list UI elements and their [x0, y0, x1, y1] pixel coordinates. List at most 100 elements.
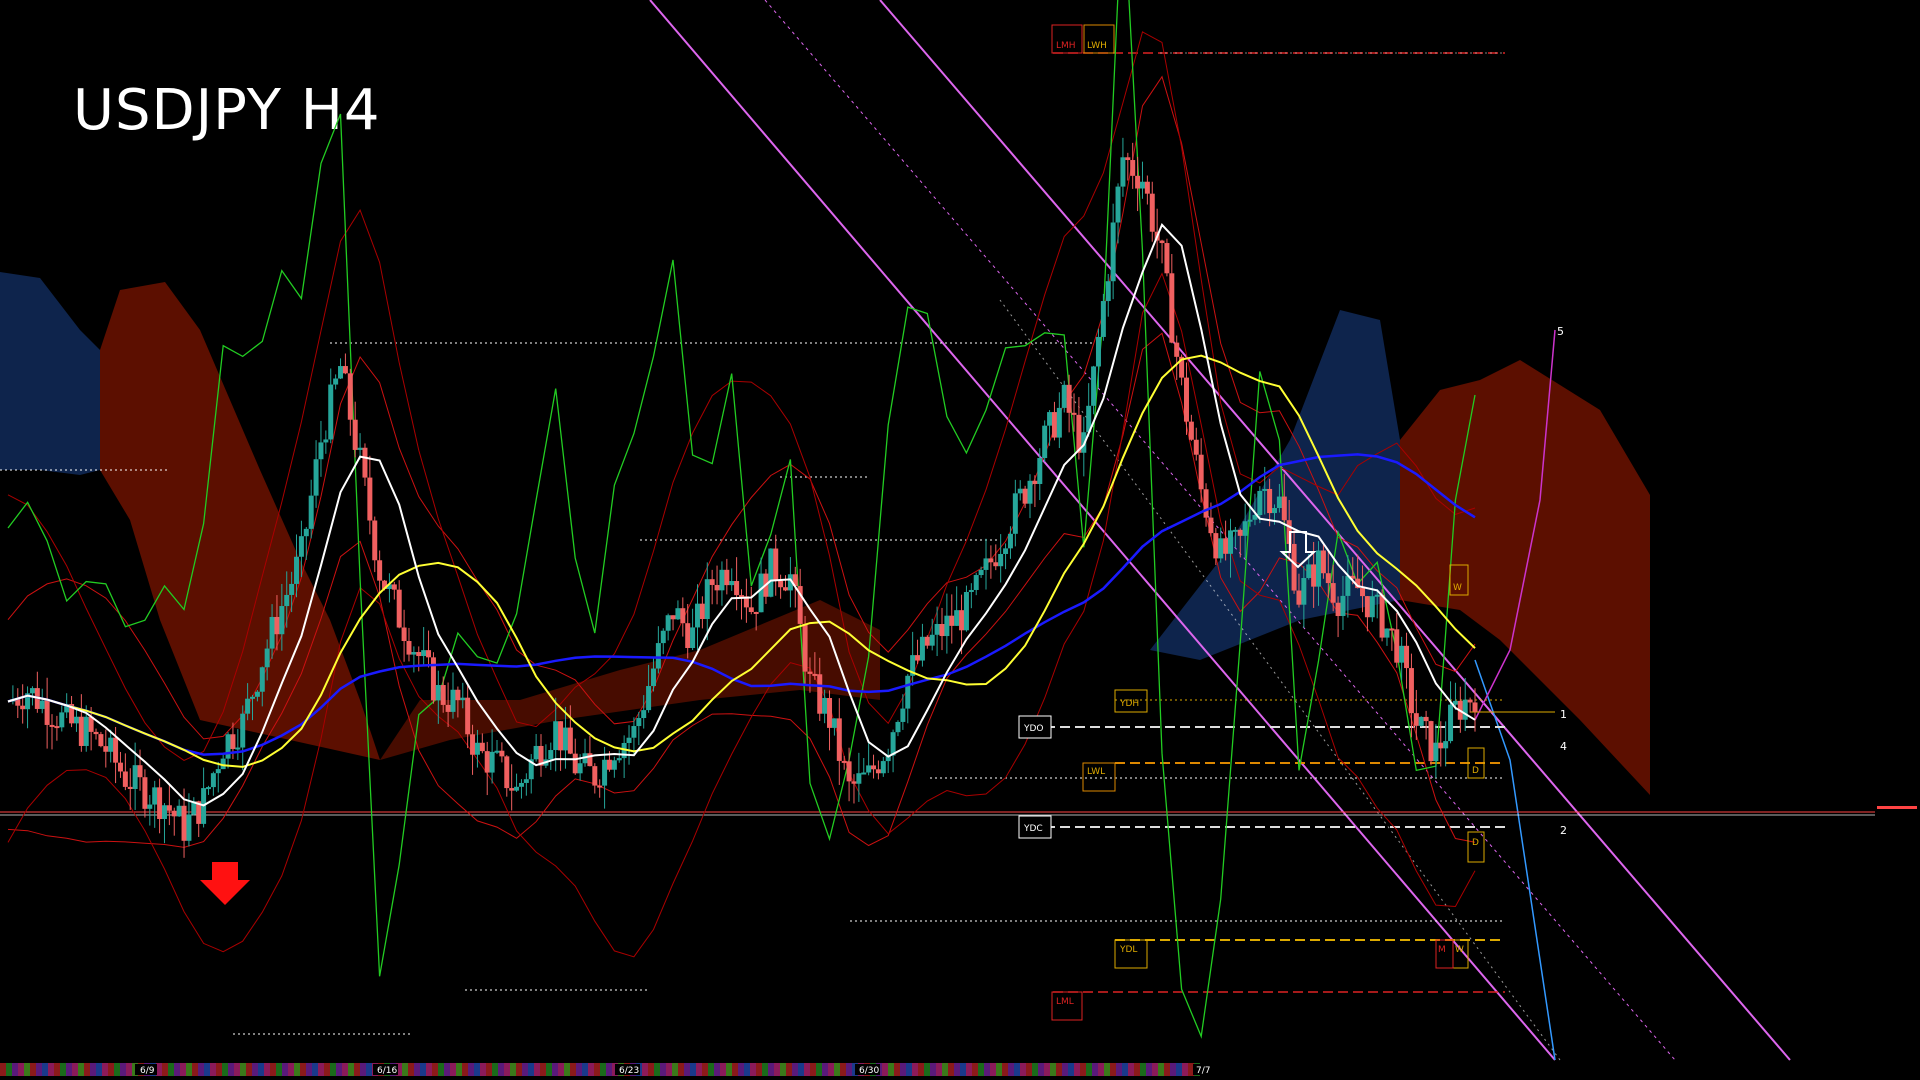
- candle-body: [1159, 240, 1165, 244]
- tag-ydl: YDL: [1119, 945, 1137, 955]
- session-cell: [360, 1063, 366, 1076]
- session-cell: [828, 1063, 834, 1076]
- candle-body: [1428, 721, 1434, 762]
- red-down-arrow-icon: [200, 862, 250, 905]
- candle-body: [1066, 384, 1072, 413]
- session-cell: [258, 1063, 264, 1076]
- session-cell: [330, 1063, 336, 1076]
- candle-body: [1095, 336, 1101, 367]
- session-cell: [162, 1063, 168, 1076]
- session-cell: [534, 1063, 540, 1076]
- candle-body: [1320, 550, 1326, 574]
- candle-body: [323, 439, 329, 443]
- candle-body: [362, 447, 368, 478]
- session-cell: [54, 1063, 60, 1076]
- candle-body: [1012, 493, 1018, 534]
- candle-body: [1120, 157, 1126, 187]
- session-cell: [966, 1063, 972, 1076]
- session-cell: [336, 1063, 342, 1076]
- session-cell: [1044, 1063, 1050, 1076]
- candle-body: [122, 771, 128, 787]
- candle-body: [856, 773, 862, 784]
- session-cell: [72, 1063, 78, 1076]
- session-cell: [984, 1063, 990, 1076]
- candle-body: [836, 718, 842, 761]
- candle-body: [1330, 583, 1336, 603]
- candle-body: [1169, 273, 1175, 343]
- session-cell: [762, 1063, 768, 1076]
- session-cell: [12, 1063, 18, 1076]
- candle-body: [553, 721, 559, 751]
- candle-body: [1130, 160, 1136, 176]
- candle-body: [186, 814, 192, 841]
- session-cell: [840, 1063, 846, 1076]
- candle-body: [338, 366, 344, 379]
- candle-body: [470, 734, 476, 755]
- candle-body: [1032, 480, 1038, 484]
- candle-body: [1208, 517, 1214, 534]
- candle-body: [166, 805, 172, 811]
- session-cell: [678, 1063, 684, 1076]
- candle-body: [949, 615, 955, 626]
- candle-body: [690, 627, 696, 649]
- candle-body: [367, 477, 373, 521]
- session-cell: [798, 1063, 804, 1076]
- session-cell: [438, 1063, 444, 1076]
- session-cell: [1098, 1063, 1104, 1076]
- candle-body: [602, 759, 608, 786]
- tag-d-lower: D: [1472, 838, 1479, 848]
- session-cell: [30, 1063, 36, 1076]
- candle-body: [509, 788, 515, 791]
- candle-body: [240, 713, 246, 748]
- candle-body: [807, 671, 813, 674]
- candle-body: [98, 734, 104, 747]
- date-label-0: 6/9: [140, 1066, 155, 1076]
- candle-body: [636, 718, 642, 727]
- candle-body: [998, 553, 1004, 567]
- session-cell: [6, 1063, 12, 1076]
- candle-body: [1399, 645, 1405, 663]
- session-cell: [90, 1063, 96, 1076]
- session-cell: [768, 1063, 774, 1076]
- candle-body: [284, 594, 290, 607]
- candle-body: [719, 569, 725, 591]
- session-cell: [78, 1063, 84, 1076]
- candle-body: [871, 765, 877, 770]
- candle-body: [215, 769, 221, 774]
- candle-body: [450, 689, 456, 712]
- session-cell: [432, 1063, 438, 1076]
- tag-lmh: LMH: [1056, 41, 1076, 51]
- candle-body: [880, 761, 886, 774]
- date-label-2: 6/23: [619, 1066, 639, 1076]
- session-cell: [846, 1063, 852, 1076]
- candle-body: [968, 589, 974, 593]
- candle-body: [313, 459, 319, 496]
- session-cell: [546, 1063, 552, 1076]
- candle-body: [753, 611, 759, 614]
- candle-body: [1242, 521, 1248, 536]
- session-cell: [696, 1063, 702, 1076]
- tag-lml: LML: [1056, 997, 1074, 1007]
- candle-body: [1164, 243, 1170, 274]
- session-cell: [66, 1063, 72, 1076]
- session-cell: [756, 1063, 762, 1076]
- session-cell: [708, 1063, 714, 1076]
- candle-body: [817, 674, 823, 714]
- candle-body: [729, 581, 735, 586]
- candle-body: [802, 623, 808, 672]
- session-cell: [234, 1063, 240, 1076]
- session-cell: [786, 1063, 792, 1076]
- session-cell: [1122, 1063, 1128, 1076]
- candle-body: [1232, 529, 1238, 532]
- candle-body: [680, 608, 686, 624]
- session-cell: [216, 1063, 222, 1076]
- session-cell: [906, 1063, 912, 1076]
- session-cell: [414, 1063, 420, 1076]
- candle-body: [108, 737, 114, 752]
- candle-body: [670, 615, 676, 620]
- session-cell: [84, 1063, 90, 1076]
- candle-body: [606, 759, 612, 770]
- candle-body: [1257, 490, 1263, 516]
- candle-body: [1384, 628, 1390, 638]
- candle-body: [1316, 550, 1322, 587]
